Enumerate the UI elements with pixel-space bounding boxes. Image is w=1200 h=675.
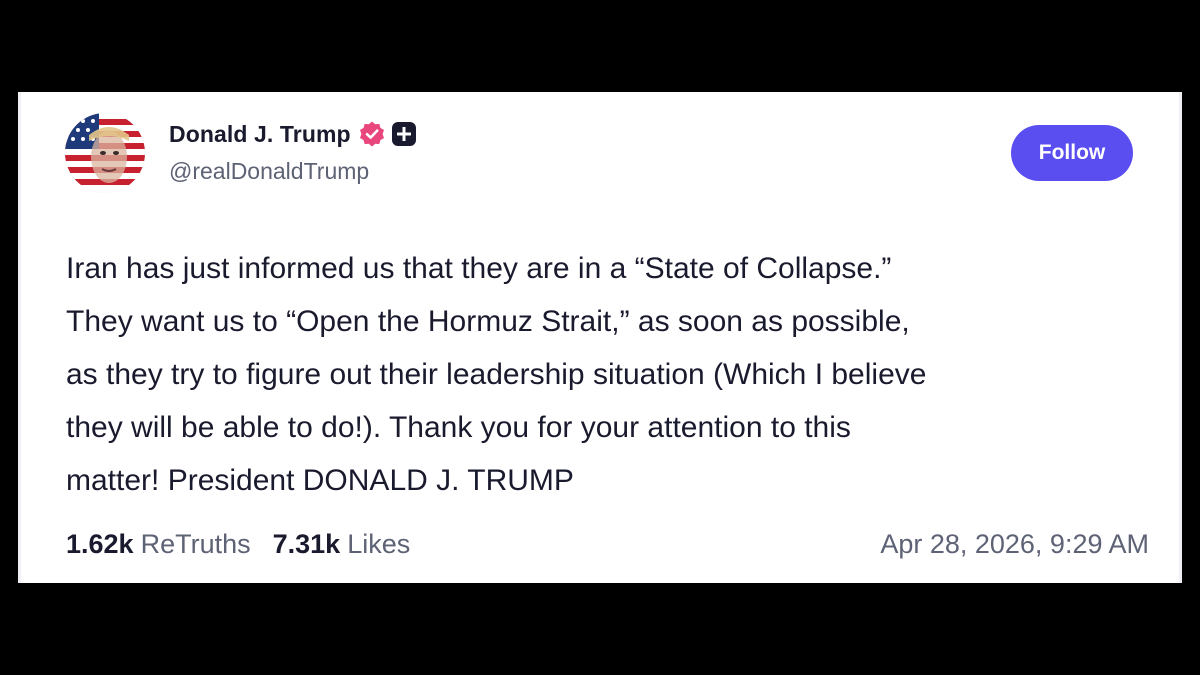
post-body-line: as they try to figure out their leadersh… [66,358,927,391]
post-body: Iran has just informed us that they are … [66,242,1146,507]
avatar-image [65,113,145,193]
post-stats: 1.62k ReTruths 7.31k Likes [66,529,410,560]
retruths-stat[interactable]: 1.62k ReTruths [66,529,251,560]
avatar[interactable] [65,113,145,193]
verified-badge-icon [358,120,386,148]
post-body-line: Iran has just informed us that they are … [66,252,892,285]
likes-stat[interactable]: 7.31k Likes [273,529,411,560]
post-body-line: they will be able to do!). Thank you for… [66,411,851,444]
author-display-name[interactable]: Donald J. Trump [169,121,351,148]
author-name-row: Donald J. Trump [169,118,417,150]
follow-button[interactable]: Follow [1011,125,1133,181]
likes-count: 7.31k [272,529,341,559]
author-handle[interactable]: @realDonaldTrump [169,158,369,185]
retruths-count: 1.62k [66,529,134,559]
plus-badge-icon [391,121,417,147]
retruths-label: ReTruths [140,529,251,559]
post-body-line: They want us to “Open the Hormuz Strait,… [66,305,910,338]
post-timestamp[interactable]: Apr 28, 2026, 9:29 AM [880,529,1149,560]
post-body-line: matter! President DONALD J. TRUMP [66,464,574,497]
likes-label: Likes [347,529,411,559]
post-card: Donald J. Trump @realDonaldTrump Follow … [18,92,1182,583]
